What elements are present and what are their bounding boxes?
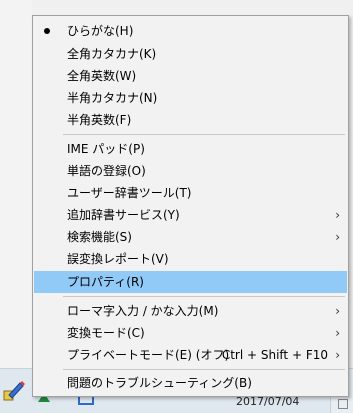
chevron-right-icon: ›	[335, 326, 340, 340]
menu-item-label: ひらがな(H)	[67, 24, 134, 38]
menu-item-label: 全角英数(W)	[67, 69, 137, 83]
menu-item-label: 全角カタカナ(K)	[67, 47, 157, 61]
menu-item-properties[interactable]: プロパティ(R)	[34, 271, 347, 293]
menu-item-conversion-mode[interactable]: 変換モード(C) ›	[34, 322, 347, 344]
menu-item-ime-pad[interactable]: IME パッド(P)	[34, 138, 347, 160]
menu-item-label: 追加辞書サービス(Y)	[67, 208, 180, 222]
menu-item-label: 問題のトラブルシューティング(B)	[67, 376, 252, 390]
menu-item-label: 半角英数(F)	[67, 113, 132, 127]
menu-item-fullwidth-katakana[interactable]: 全角カタカナ(K)	[34, 43, 347, 65]
menu-item-label: ユーザー辞書ツール(T)	[67, 186, 192, 200]
chevron-right-icon: ›	[335, 304, 340, 318]
menu-item-hiragana[interactable]: ひらがな(H)	[34, 20, 347, 42]
menu-item-register-word[interactable]: 単語の登録(O)	[34, 160, 347, 182]
menu-separator	[63, 369, 345, 370]
menu-item-label: 誤変換レポート(V)	[67, 252, 169, 266]
menu-item-label: 半角カタカナ(N)	[67, 91, 158, 105]
notification-icon	[338, 399, 348, 409]
menu-item-label: IME パッド(P)	[67, 142, 145, 156]
menu-item-label: 検索機能(S)	[67, 230, 132, 244]
menu-item-label: 単語の登録(O)	[67, 164, 146, 178]
desktop-background	[0, 0, 32, 368]
keyboard-shortcut: Ctrl + Shift + F10	[221, 348, 328, 362]
menu-item-fullwidth-alphanumeric[interactable]: 全角英数(W)	[34, 65, 347, 87]
menu-item-romaji-kana-input[interactable]: ローマ字入力 / かな入力(M) ›	[34, 300, 347, 322]
menu-item-label: プロパティ(R)	[67, 275, 144, 289]
menu-item-additional-dictionary-service[interactable]: 追加辞書サービス(Y) ›	[34, 204, 347, 226]
menu-item-halfwidth-alphanumeric[interactable]: 半角英数(F)	[34, 109, 347, 131]
chevron-right-icon: ›	[335, 348, 340, 362]
menu-item-label: 変換モード(C)	[67, 326, 145, 340]
ime-context-menu: ひらがな(H) 全角カタカナ(K) 全角英数(W) 半角カタカナ(N) 半角英数…	[32, 15, 349, 397]
chevron-right-icon: ›	[335, 208, 340, 222]
menu-item-label: ローマ字入力 / かな入力(M)	[67, 304, 219, 318]
menu-separator	[63, 134, 345, 135]
menu-item-troubleshooting[interactable]: 問題のトラブルシューティング(B)	[34, 372, 347, 394]
menu-item-halfwidth-katakana[interactable]: 半角カタカナ(N)	[34, 87, 347, 109]
menu-item-user-dictionary-tool[interactable]: ユーザー辞書ツール(T)	[34, 182, 347, 204]
menu-item-label: プライベートモード(E) (オフ)	[67, 348, 230, 362]
menu-item-search-function[interactable]: 検索機能(S) ›	[34, 226, 347, 248]
chevron-right-icon: ›	[335, 230, 340, 244]
menu-item-conversion-error-report[interactable]: 誤変換レポート(V)	[34, 248, 347, 270]
menu-item-private-mode[interactable]: プライベートモード(E) (オフ) Ctrl + Shift + F10 ›	[34, 344, 347, 366]
radio-bullet-icon	[44, 28, 50, 34]
menu-separator	[63, 296, 345, 297]
ime-pen-icon[interactable]	[3, 379, 25, 401]
